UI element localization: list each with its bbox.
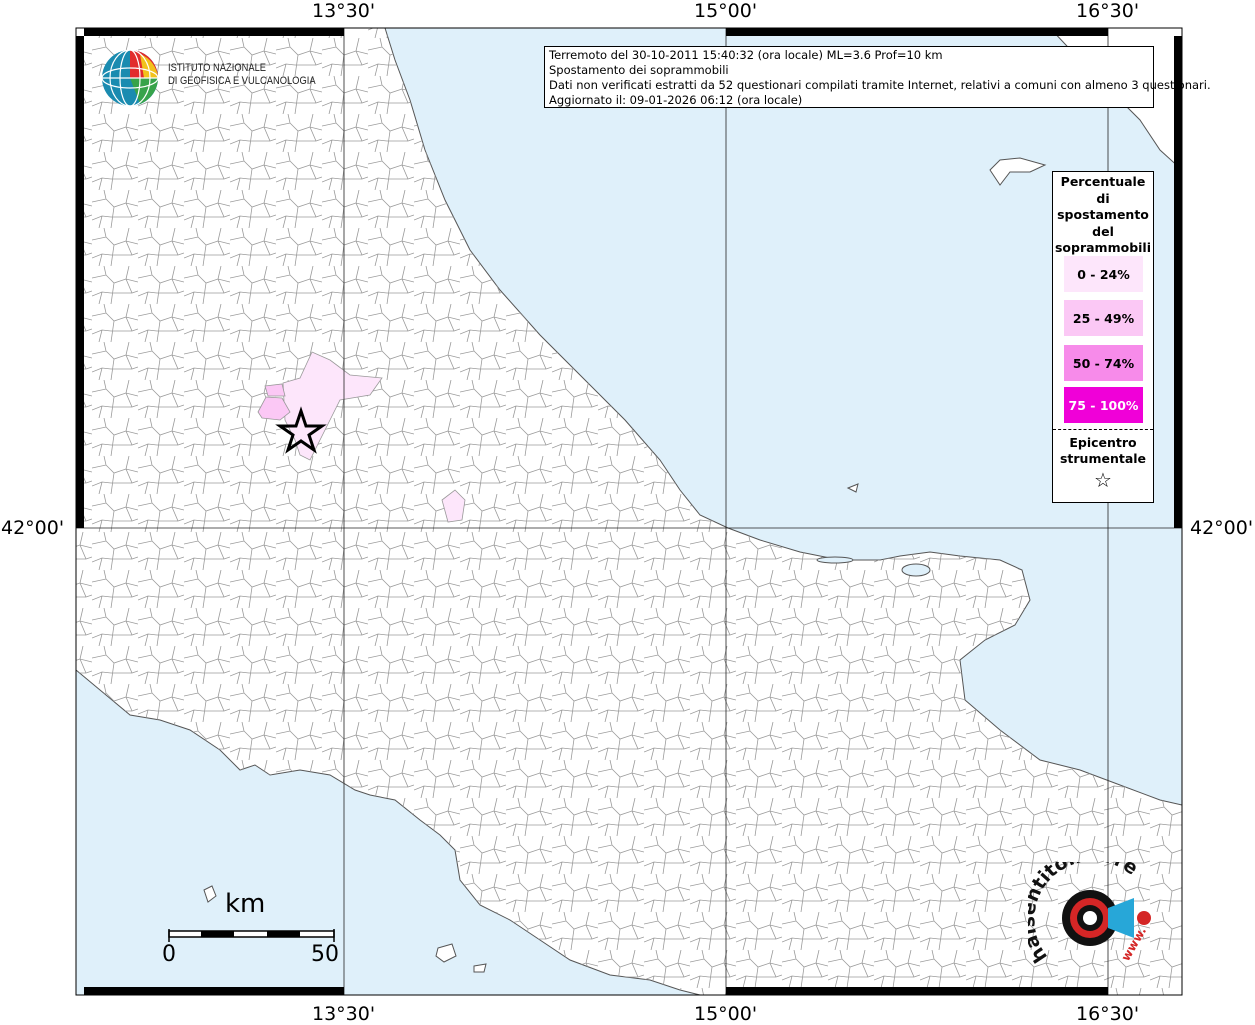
top-axis-label-1: 13°30' <box>312 0 376 22</box>
lake-lesina <box>816 556 854 564</box>
bottom-axis-label-3: 16°30' <box>1076 1003 1140 1025</box>
legend-title-line: soprammobili <box>1054 240 1151 255</box>
right-axis-label: 42°00' <box>1190 517 1254 539</box>
legend-epicenter-line: strumentale <box>1059 451 1147 466</box>
legend-epicenter-line: Epicentro <box>1069 435 1137 450</box>
ingv-org-line2: DI GEOFISICA E VULCANOLOGIA <box>168 75 316 87</box>
legend-class-50-74: 50 - 74% <box>1064 345 1143 381</box>
ingv-globe-icon <box>101 49 159 107</box>
ingv-org-name: ISTITUTO NAZIONALE DI GEOFISICA E VULCAN… <box>168 62 316 88</box>
legend: Percentuale di spostamento del soprammob… <box>1052 171 1154 503</box>
top-axis-label-2: 15°00' <box>694 0 758 22</box>
legend-title-line: spostamento <box>1057 207 1149 222</box>
ingv-logo: ISTITUTO NAZIONALE DI GEOFISICA E VULCAN… <box>100 48 320 110</box>
haisentito-logo: haisentitoilterremoto.it www. <box>1028 862 1151 967</box>
legend-title: Percentuale di spostamento del soprammob… <box>1053 174 1153 257</box>
zone-25-49-b <box>264 383 286 397</box>
legend-star-icon: ☆ <box>1094 468 1112 492</box>
legend-title-line: del <box>1092 223 1114 239</box>
left-axis-label: 42°00' <box>1 517 65 539</box>
island-capri <box>473 963 487 973</box>
scale-bar-unit: km <box>225 889 266 919</box>
bottom-axis-label-1: 13°30' <box>312 1003 376 1025</box>
legend-title-line: di <box>1096 190 1110 206</box>
info-box: Terremoto del 30-10-2011 15:40:32 (ora l… <box>544 46 1211 108</box>
info-line-event: Terremoto del 30-10-2011 15:40:32 (ora l… <box>549 48 943 62</box>
legend-divider <box>1053 429 1153 430</box>
scale-bar-end: 50 <box>311 942 339 967</box>
legend-epicenter-label: Epicentro strumentale <box>1053 435 1153 467</box>
info-line-source: Dati non verificati estratti da 52 quest… <box>549 78 1211 92</box>
legend-class-75-100: 75 - 100% <box>1064 387 1143 423</box>
legend-class-0-24: 0 - 24% <box>1064 256 1143 292</box>
legend-title-line: Percentuale <box>1060 174 1146 189</box>
info-line-updated: Aggiornato il: 09-01-2026 06:12 (ora loc… <box>549 93 803 107</box>
legend-class-25-49: 25 - 49% <box>1064 300 1143 336</box>
info-line-parameter: Spostamento dei soprammobili <box>549 63 729 77</box>
lake-varano <box>901 563 931 577</box>
ingv-org-line1: ISTITUTO NAZIONALE <box>168 62 267 74</box>
top-axis-label-3: 16°30' <box>1076 0 1140 22</box>
scale-bar-start: 0 <box>162 942 176 967</box>
bottom-axis-label-2: 15°00' <box>694 1003 758 1025</box>
